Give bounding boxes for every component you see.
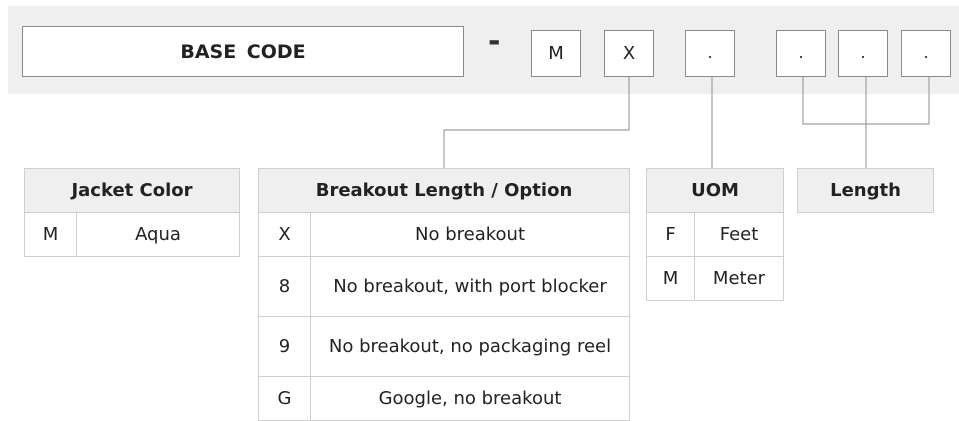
uom-code: F xyxy=(646,212,695,257)
connector-breakout xyxy=(443,77,630,168)
jacket-color-value: Aqua xyxy=(76,212,240,257)
breakout-value: No breakout, no packaging reel xyxy=(310,316,630,377)
table-row: X No breakout xyxy=(258,212,630,257)
breakout-code: X xyxy=(258,212,311,257)
uom-code: M xyxy=(646,256,695,301)
length-header: Length xyxy=(797,168,934,213)
uom-value: Feet xyxy=(694,212,784,257)
breakout-value: Google, no breakout xyxy=(310,376,630,421)
breakout-value: No breakout, with port blocker xyxy=(310,256,630,317)
uom-table: UOM F Feet M Meter xyxy=(646,168,784,301)
breakout-code: 9 xyxy=(258,316,311,377)
jacket-color-header: Jacket Color xyxy=(24,168,240,213)
breakout-code: 8 xyxy=(258,256,311,317)
breakout-value: No breakout xyxy=(310,212,630,257)
jacket-color-table: Jacket Color M Aqua xyxy=(24,168,240,257)
table-row: F Feet xyxy=(646,212,784,257)
uom-header: UOM xyxy=(646,168,784,213)
table-row: 8 No breakout, with port blocker xyxy=(258,256,630,317)
breakout-table: Breakout Length / Option X No breakout 8… xyxy=(258,168,630,421)
jacket-color-code: M xyxy=(24,212,77,257)
table-row: G Google, no breakout xyxy=(258,376,630,421)
table-row: M Aqua xyxy=(24,212,240,257)
uom-value: Meter xyxy=(694,256,784,301)
table-row: M Meter xyxy=(646,256,784,301)
table-row: 9 No breakout, no packaging reel xyxy=(258,316,630,377)
breakout-header: Breakout Length / Option xyxy=(258,168,630,213)
breakout-code: G xyxy=(258,376,311,421)
